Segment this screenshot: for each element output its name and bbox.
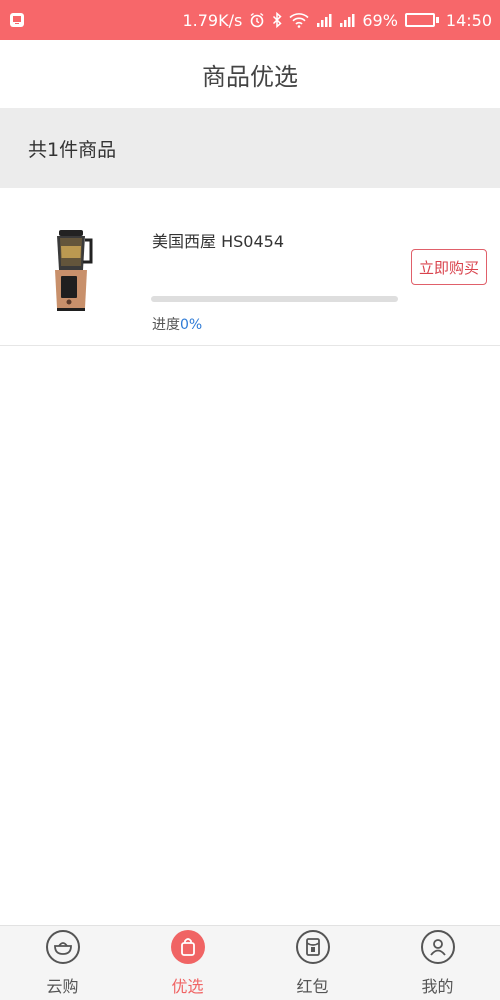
tab-label: 云购 bbox=[46, 977, 79, 996]
blender-product-image[interactable] bbox=[40, 228, 100, 312]
bluetooth-icon bbox=[272, 12, 282, 28]
product-row[interactable]: 美国西屋 HS0454 进度 0% 立即购买 bbox=[0, 188, 500, 346]
battery-icon bbox=[404, 13, 439, 27]
page-title: 商品优选 bbox=[202, 62, 298, 91]
bottom-tab-bar: 云购 优选 红包 我的 bbox=[0, 925, 500, 1000]
tab-wode[interactable]: 我的 bbox=[375, 926, 500, 1000]
product-count: 共1件商品 bbox=[28, 138, 117, 161]
pot-icon bbox=[45, 930, 80, 964]
progress-text: 进度 0% bbox=[152, 314, 202, 334]
status-right: 1.79K/s 69% 14:50 bbox=[182, 11, 492, 30]
bag-icon bbox=[170, 930, 205, 964]
notification-icon bbox=[10, 13, 24, 27]
tab-youxuan[interactable]: 优选 bbox=[125, 926, 250, 1000]
tab-label: 我的 bbox=[421, 977, 454, 996]
tab-hongbao[interactable]: 红包 bbox=[250, 926, 375, 1000]
progress-bar bbox=[151, 296, 398, 302]
clock: 14:50 bbox=[445, 10, 492, 30]
progress-percent: 0% bbox=[180, 317, 203, 333]
buy-now-button[interactable]: 立即购买 bbox=[411, 249, 487, 285]
envelope-icon bbox=[295, 930, 330, 964]
alarm-icon bbox=[249, 12, 265, 28]
product-count-bar: 共1件商品 bbox=[0, 108, 500, 188]
user-icon bbox=[420, 930, 455, 964]
wifi-icon bbox=[289, 12, 309, 28]
signal-icon-1 bbox=[316, 12, 332, 28]
tab-yungou[interactable]: 云购 bbox=[0, 926, 125, 1000]
status-bar: 1.79K/s 69% 14:50 bbox=[0, 0, 500, 40]
tab-label: 优选 bbox=[171, 977, 204, 996]
header: 商品优选 bbox=[0, 40, 500, 108]
status-left bbox=[10, 13, 24, 27]
battery-percent: 69% bbox=[362, 10, 398, 30]
app-screen: 1.79K/s 69% 14:50 商品优选 共1件商品 美国西屋 HS0454… bbox=[0, 0, 500, 1000]
tab-label: 红包 bbox=[296, 977, 329, 996]
progress-label: 进度 bbox=[152, 317, 180, 333]
signal-icon-2 bbox=[339, 12, 355, 28]
product-name[interactable]: 美国西屋 HS0454 bbox=[152, 228, 284, 252]
network-speed: 1.79K/s bbox=[182, 10, 243, 30]
